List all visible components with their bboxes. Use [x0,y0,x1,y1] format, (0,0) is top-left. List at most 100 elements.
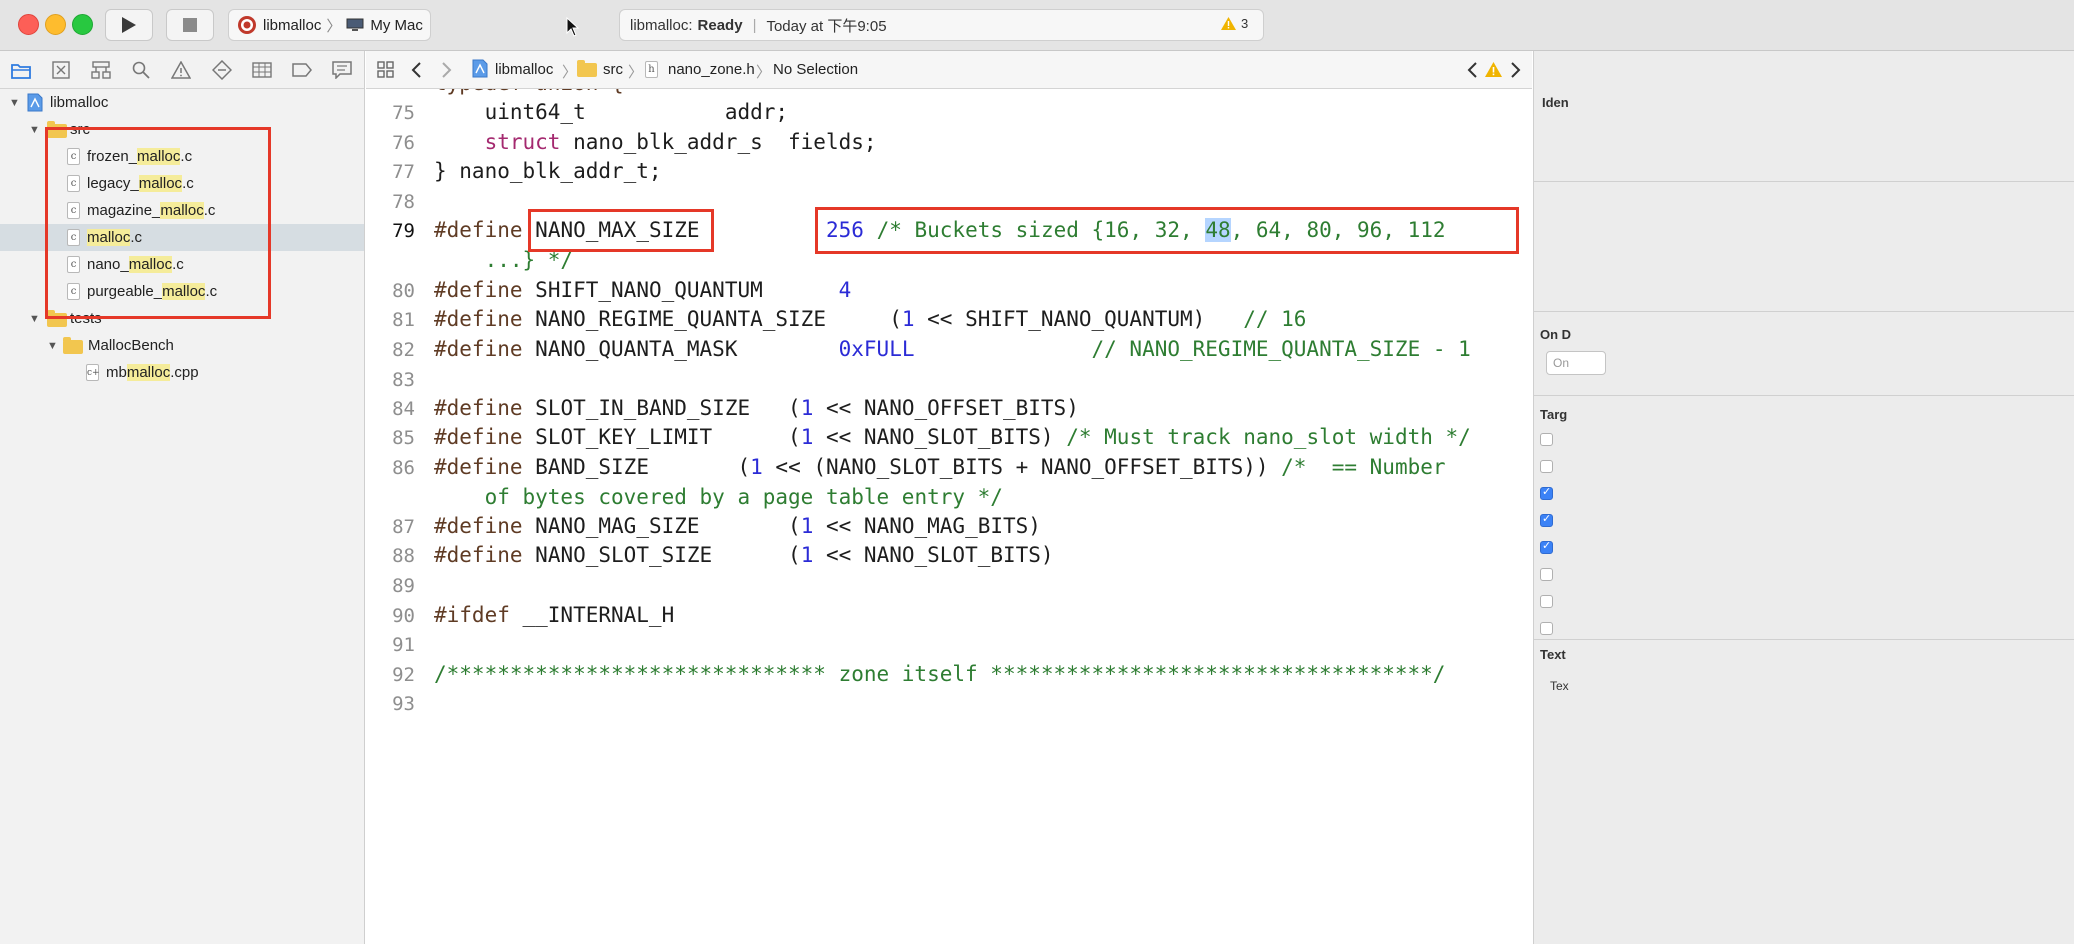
chevron-right-icon: 〉 [326,17,342,35]
disclosure-open-icon[interactable]: ▼ [9,97,20,109]
tree-row-file[interactable]: c nano_malloc.c [0,251,364,278]
target-checkbox-checked[interactable] [1540,485,1553,500]
back-arrow-icon[interactable] [410,61,422,79]
code-line-82: #define NANO_QUANTA_MASK 0xFULL // NANO_… [434,337,1471,361]
disclosure-open-icon[interactable]: ▼ [29,124,40,136]
code-line-76: struct nano_blk_addr_s fields; [484,130,877,154]
status-project: libmalloc: [630,16,693,34]
target-checkbox-checked[interactable] [1540,512,1553,527]
file-name-prefix: frozen_ [87,148,138,165]
line-number: 85 [392,427,415,449]
folder-icon [63,337,83,354]
report-icon [332,61,352,79]
tab-source-control-navigator[interactable] [50,59,72,81]
previous-issue-icon[interactable] [1466,61,1478,79]
on-demand-section-label: On D [1540,327,1572,342]
target-checkbox[interactable] [1540,568,1553,581]
tab-symbol-navigator[interactable] [90,59,112,81]
code-line-87: #define NANO_MAG_SIZE (1 << NANO_MAG_BIT… [434,514,1041,538]
tree-row-group-mallocbench[interactable]: ▼ MallocBench [0,332,364,359]
chevron-right-icon: 〉 [756,64,772,81]
tree-row-file[interactable]: c magazine_malloc.c [0,197,364,224]
on-demand-placeholder: On [1553,356,1570,370]
disclosure-open-icon[interactable]: ▼ [29,313,40,325]
file-name-prefix: nano_ [87,256,129,273]
line-number: 90 [392,605,415,627]
project-icon [27,93,43,112]
jump-bar: libmalloc 〉 src 〉 h nano_zone.h 〉 No Sel… [366,51,1532,89]
status-divider: | [752,16,757,34]
project-navigator: ▼ libmalloc ▼ src c frozen_malloc.c c le… [0,51,365,944]
line-number: 81 [392,309,415,331]
related-items-grid-icon[interactable] [377,61,394,78]
tree-row-file[interactable]: c legacy_malloc.c [0,170,364,197]
tab-report-navigator[interactable] [331,59,353,81]
cursor-pointer-icon [566,17,580,37]
jumpbar-file[interactable]: nano_zone.h [668,61,755,78]
code-line-81: #define NANO_REGIME_QUANTA_SIZE (1 << SH… [434,307,1307,331]
target-checkbox[interactable] [1540,433,1553,446]
tab-project-navigator[interactable] [10,59,32,81]
target-checkbox[interactable] [1540,595,1553,608]
group-label-tests: tests [70,310,102,327]
file-name-suffix: .cpp [170,364,199,381]
warning-indicator[interactable]: 3 [1220,16,1248,31]
stop-button[interactable] [166,9,214,41]
forward-arrow-icon[interactable] [441,61,453,79]
run-button[interactable] [105,9,153,41]
source-editor[interactable]: typedef union { 75 76 77 78 79 80 81 82 … [366,89,1532,944]
file-name-prefix: magazine_ [87,202,161,219]
next-issue-icon[interactable] [1510,61,1522,79]
tab-debug-navigator[interactable] [251,59,273,81]
target-checkbox[interactable] [1540,460,1553,473]
code-line-86: #define BAND_SIZE (1 << (NANO_SLOT_BITS … [434,455,1446,479]
folder-icon [47,121,67,138]
divider [1534,395,2074,396]
tree-row-file[interactable]: c purgeable_malloc.c [0,278,364,305]
line-number: 83 [392,369,415,391]
jumpbar-project[interactable]: libmalloc [495,61,553,78]
code-line-75: uint64_t addr; [484,100,789,124]
tab-breakpoint-navigator[interactable] [291,59,313,81]
zoom-window-button[interactable] [72,14,93,35]
folder-icon [577,60,597,77]
divider [1534,639,2074,640]
code-line-84: #define SLOT_IN_BAND_SIZE (1 << NANO_OFF… [434,396,1079,420]
target-membership-label: Targ [1540,407,1568,422]
close-window-button[interactable] [18,14,39,35]
tab-test-navigator[interactable] [211,59,233,81]
line-number: 87 [392,516,415,538]
line-number: 76 [392,132,415,154]
divider [1534,311,2074,312]
search-match: malloc [126,364,171,381]
on-demand-tags-field[interactable]: On [1546,351,1606,375]
warning-icon[interactable] [1484,61,1503,78]
jumpbar-symbol[interactable]: No Selection [773,61,858,78]
tree-row-file[interactable]: c+ mbmalloc.cpp [0,359,364,386]
c-file-icon: c [67,256,80,273]
group-label-src: src [70,121,90,138]
code-line-85: #define SLOT_KEY_LIMIT (1 << NANO_SLOT_B… [434,425,1471,449]
breakpoint-icon [292,63,312,77]
target-checkbox-checked[interactable] [1540,539,1553,554]
c-file-icon: c [67,202,80,219]
selected-text: 48 [1205,218,1231,242]
tab-find-navigator[interactable] [130,59,152,81]
target-checkbox[interactable] [1540,622,1553,635]
file-name-prefix: purgeable_ [87,283,163,300]
file-name-suffix: .c [130,229,143,246]
minimize-window-button[interactable] [45,14,66,35]
navigator-tab-bar [0,51,364,89]
code-line-80: #define SHIFT_NANO_QUANTUM 4 [434,278,852,302]
tree-row-group-src[interactable]: ▼ src [0,116,364,143]
tree-row-file-selected[interactable]: c malloc.c [0,224,364,251]
disclosure-open-icon[interactable]: ▼ [47,340,58,352]
scheme-selector[interactable]: libmalloc 〉 My Mac [228,9,431,41]
symbol-icon [91,61,111,79]
tab-issue-navigator[interactable] [170,59,192,81]
tree-row-project[interactable]: ▼ libmalloc [0,89,364,116]
line-number: 80 [392,280,415,302]
tree-row-group-tests[interactable]: ▼ tests [0,305,364,332]
tree-row-file[interactable]: c frozen_malloc.c [0,143,364,170]
jumpbar-folder[interactable]: src [603,61,623,78]
